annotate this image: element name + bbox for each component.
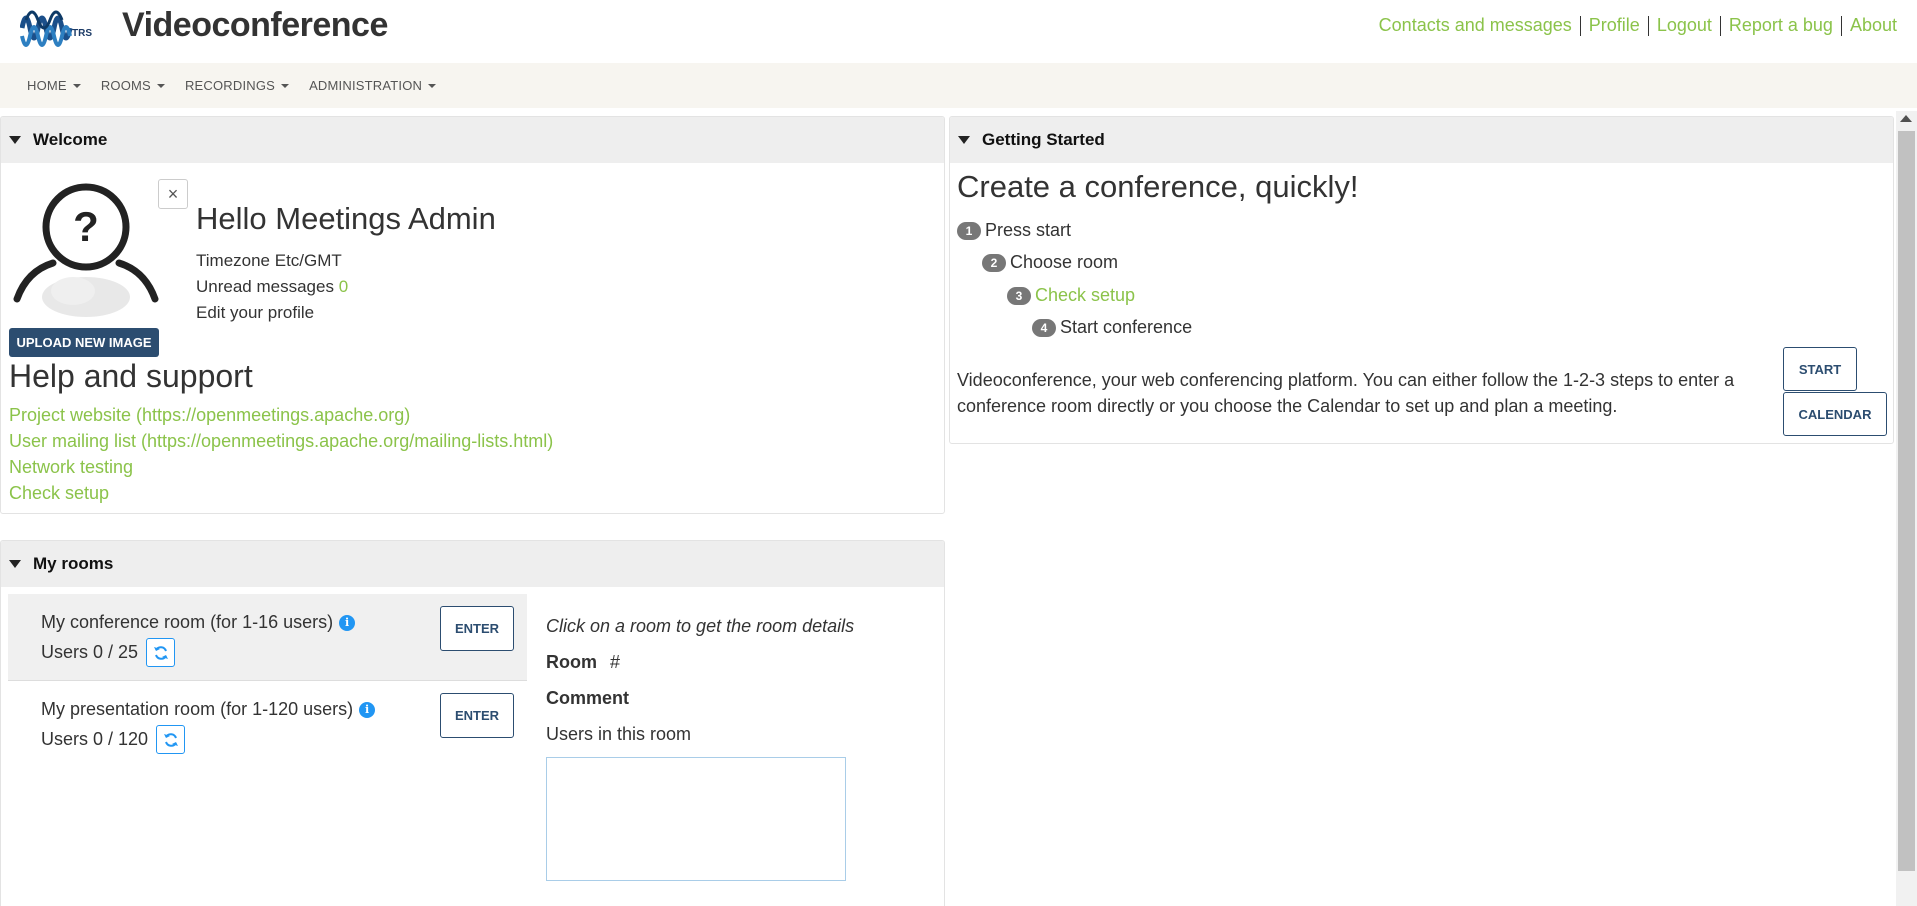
main-nav: HOME ROOMS RECORDINGS ADMINISTRATION — [0, 63, 1917, 108]
top-links: Contacts and messages Profile Logout Rep… — [1379, 15, 1897, 36]
nav-recordings[interactable]: RECORDINGS — [184, 78, 290, 93]
scroll-up-icon[interactable] — [1900, 115, 1912, 122]
page-scrollbar[interactable] — [1896, 111, 1917, 906]
step-number-badge: 4 — [1032, 318, 1056, 337]
step-label: Choose room — [1010, 252, 1119, 272]
link-separator — [1719, 15, 1721, 36]
unread-count-link[interactable]: 0 — [339, 277, 348, 296]
nav-home-label: HOME — [27, 78, 67, 93]
svg-text:?: ? — [73, 203, 99, 250]
step-check-setup: 3 Check setup — [1007, 285, 1135, 306]
mailing-list-link[interactable]: User mailing list (https://openmeetings.… — [9, 431, 553, 452]
room-item-conference[interactable]: My conference room (for 1-16 users) i Us… — [8, 594, 527, 681]
about-link[interactable]: About — [1850, 15, 1897, 36]
info-icon[interactable]: i — [359, 701, 376, 718]
hello-heading: Hello Meetings Admin — [196, 201, 496, 236]
help-support-heading: Help and support — [9, 358, 253, 394]
check-setup-link[interactable]: Check setup — [9, 483, 109, 504]
room-field-row: Room # — [546, 652, 620, 673]
room-name-row: My presentation room (for 1-120 users) i — [41, 699, 376, 720]
link-separator — [1579, 15, 1581, 36]
link-separator — [1647, 15, 1649, 36]
enter-room-button[interactable]: ENTER — [440, 606, 514, 651]
svg-text:TRS: TRS — [72, 28, 92, 39]
nav-recordings-label: RECORDINGS — [184, 78, 276, 93]
room-name: My presentation room (for 1-120 users) — [41, 699, 354, 719]
triangle-down-icon — [9, 136, 21, 144]
room-field-value: # — [610, 652, 621, 672]
my-rooms-panel: My rooms My conference room (for 1-16 us… — [0, 540, 945, 906]
unread-messages-label: Unread messages — [196, 277, 334, 296]
room-name: My conference room (for 1-16 users) — [41, 612, 334, 632]
nav-rooms[interactable]: ROOMS — [101, 78, 165, 93]
step-start-conference: 4 Start conference — [1032, 317, 1192, 338]
users-in-room-label: Users in this room — [546, 724, 692, 744]
report-bug-link[interactable]: Report a bug — [1729, 15, 1833, 36]
wave-logo-icon[interactable]: TRS — [20, 2, 96, 56]
caret-down-icon — [156, 83, 165, 88]
room-users-row: Users 0 / 120 — [41, 725, 186, 754]
welcome-panel-header[interactable]: Welcome — [1, 117, 944, 163]
caret-down-icon — [72, 83, 81, 88]
caret-down-icon — [428, 83, 437, 88]
room-users-count: Users 0 / 120 — [41, 729, 149, 749]
comment-label: Comment — [546, 688, 630, 708]
triangle-down-icon — [958, 136, 970, 144]
nav-home[interactable]: HOME — [27, 78, 81, 93]
nav-administration[interactable]: ADMINISTRATION — [309, 78, 437, 93]
my-rooms-header[interactable]: My rooms — [1, 541, 944, 587]
upload-image-button[interactable]: UPLOAD NEW IMAGE — [9, 328, 159, 357]
calendar-button[interactable]: CALENDAR — [1783, 392, 1887, 436]
welcome-panel: Welcome ? × Hello Meetings Admin Timezon… — [0, 116, 945, 514]
edit-profile-link[interactable]: Edit your profile — [196, 303, 314, 323]
refresh-icon[interactable] — [156, 725, 186, 754]
app-title: Videoconference — [122, 6, 388, 44]
getting-started-header[interactable]: Getting Started — [950, 117, 1893, 163]
room-users-row: Users 0 / 25 — [41, 638, 176, 667]
room-field-label: Room — [546, 652, 597, 672]
my-rooms-title: My rooms — [33, 554, 114, 573]
create-conference-heading: Create a conference, quickly! — [957, 169, 1359, 204]
triangle-down-icon — [9, 560, 21, 568]
link-separator — [1840, 15, 1842, 36]
room-details-hint: Click on a room to get the room details — [546, 616, 855, 636]
step-choose-room: 2 Choose room — [982, 252, 1118, 273]
project-website-link[interactable]: Project website (https://openmeetings.ap… — [9, 405, 410, 426]
unread-messages-row: Unread messages 0 — [196, 277, 348, 297]
room-item-presentation[interactable]: My presentation room (for 1-120 users) i… — [8, 681, 527, 768]
enter-room-button[interactable]: ENTER — [440, 693, 514, 738]
nav-administration-label: ADMINISTRATION — [309, 78, 423, 93]
step-check-setup-link[interactable]: Check setup — [1035, 285, 1135, 306]
step-number-badge: 2 — [982, 253, 1006, 272]
app-header: TRS Videoconference Contacts and message… — [0, 0, 1917, 63]
contacts-link[interactable]: Contacts and messages — [1379, 15, 1572, 36]
step-press-start: 1 Press start — [957, 220, 1071, 241]
getting-started-description: Videoconference, your web conferencing p… — [957, 370, 1735, 416]
start-button[interactable]: START — [1783, 347, 1857, 391]
info-icon[interactable]: i — [339, 614, 356, 631]
close-icon[interactable]: × — [158, 179, 188, 209]
logout-link[interactable]: Logout — [1657, 15, 1712, 36]
step-number-badge: 1 — [957, 221, 981, 240]
timezone-text: Timezone Etc/GMT — [196, 251, 342, 270]
getting-started-panel: Getting Started Create a conference, qui… — [949, 116, 1894, 444]
step-number-badge: 3 — [1007, 286, 1031, 305]
nav-rooms-label: ROOMS — [100, 78, 151, 93]
caret-down-icon — [281, 83, 290, 88]
scroll-thumb[interactable] — [1898, 131, 1915, 871]
room-users-count: Users 0 / 25 — [41, 642, 139, 662]
room-name-row: My conference room (for 1-16 users) i — [41, 612, 356, 633]
step-label: Start conference — [1060, 317, 1193, 337]
step-label: Press start — [985, 220, 1072, 240]
welcome-panel-title: Welcome — [33, 130, 108, 149]
refresh-icon[interactable] — [146, 638, 176, 667]
users-in-room-list[interactable] — [546, 757, 846, 881]
getting-started-title: Getting Started — [982, 130, 1105, 149]
profile-link[interactable]: Profile — [1589, 15, 1640, 36]
unknown-user-icon: ? — [13, 183, 159, 317]
network-testing-link[interactable]: Network testing — [9, 457, 133, 478]
